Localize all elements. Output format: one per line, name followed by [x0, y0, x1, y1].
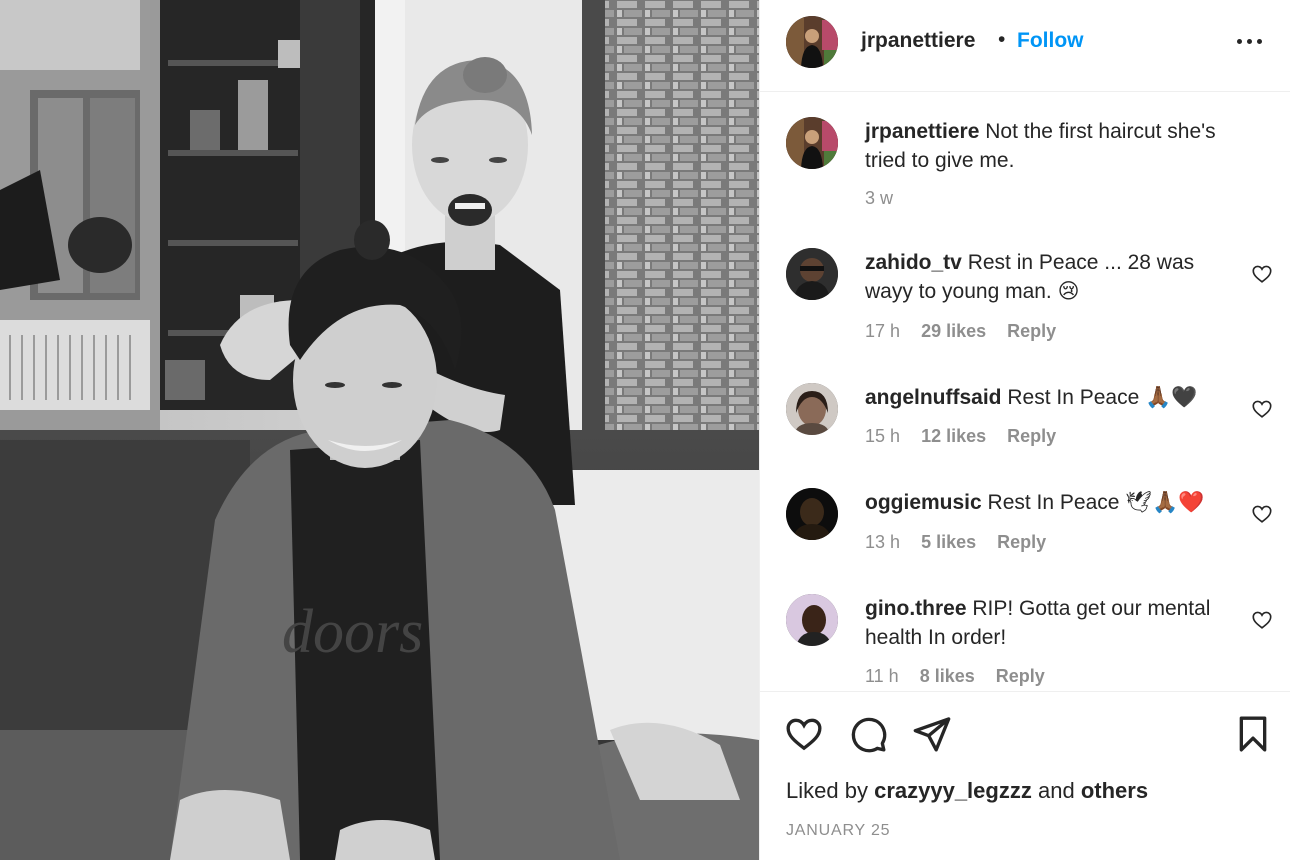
comment-time[interactable]: 15 h [865, 426, 900, 446]
more-options-icon[interactable] [1235, 30, 1265, 54]
header-separator: • [998, 28, 1006, 51]
comment-avatar[interactable] [786, 383, 838, 435]
comment-avatar[interactable] [786, 594, 838, 646]
bookmark-save-icon[interactable] [1233, 714, 1273, 754]
comment-like-heart-icon[interactable] [1251, 263, 1273, 285]
caption-text-block: jrpanettiere Not the first haircut she's… [865, 117, 1235, 175]
paper-plane-share-icon[interactable] [912, 714, 952, 754]
liked-by-and: and [1037, 778, 1075, 803]
instagram-post: doors jrpanettiere • Follow jrpanettiere… [0, 0, 1290, 860]
author-username[interactable]: jrpanettiere [861, 29, 975, 53]
comments-list[interactable]: jrpanettiere Not the first haircut she's… [760, 93, 1290, 691]
shirt-logo: doors [282, 598, 423, 666]
reply-button[interactable]: Reply [997, 532, 1046, 552]
comment-avatar[interactable] [786, 488, 838, 540]
comment-time[interactable]: 11 h [865, 666, 899, 686]
comment-username[interactable]: gino.three [865, 597, 967, 620]
comment-time[interactable]: 17 h [865, 321, 900, 341]
author-avatar[interactable] [786, 16, 838, 68]
follow-button[interactable]: Follow [1017, 29, 1084, 53]
comment-meta: 13 h 5 likes Reply [865, 532, 1062, 553]
comment-text: Rest In Peace 🙏🏾🖤 [1007, 386, 1198, 409]
comment-username[interactable]: angelnuffsaid [865, 386, 1002, 409]
comment-text: Rest In Peace 🕊🙏🏾❤️ [987, 491, 1205, 514]
post-photo[interactable]: doors [0, 0, 759, 860]
comment-like-heart-icon[interactable] [1251, 503, 1273, 525]
like-heart-icon[interactable] [784, 714, 824, 754]
liked-by-others[interactable]: others [1081, 778, 1148, 803]
post-date[interactable]: JANUARY 25 [786, 822, 890, 840]
caption-avatar[interactable] [786, 117, 838, 169]
comment-likes[interactable]: 5 likes [921, 532, 976, 552]
comment-avatar[interactable] [786, 248, 838, 300]
liked-by-line: Liked by crazyyy_legzzz and others [786, 778, 1148, 804]
reply-button[interactable]: Reply [1007, 321, 1056, 341]
post-side-panel: jrpanettiere • Follow jrpanettiere Not t… [759, 0, 1290, 860]
reply-button[interactable]: Reply [996, 666, 1045, 686]
caption-time[interactable]: 3 w [865, 188, 893, 208]
comment-text-block: gino.three RIP! Gotta get our mental hea… [865, 594, 1235, 652]
post-actions: Liked by crazyyy_legzzz and others JANUA… [760, 691, 1290, 860]
caption-username[interactable]: jrpanettiere [865, 120, 979, 143]
liked-by-user[interactable]: crazyyy_legzzz [874, 778, 1032, 803]
comment-text-block: zahido_tv Rest in Peace ... 28 was wayy … [865, 248, 1235, 306]
comment-text-block: oggiemusic Rest In Peace 🕊🙏🏾❤️ [865, 488, 1235, 517]
comment-meta: 15 h 12 likes Reply [865, 426, 1072, 447]
post-header: jrpanettiere • Follow [760, 0, 1290, 92]
liked-by-prefix: Liked by [786, 778, 868, 803]
haircut-photo: doors [0, 0, 759, 860]
comment-like-heart-icon[interactable] [1251, 609, 1273, 631]
comment-icon[interactable] [848, 714, 888, 754]
reply-button[interactable]: Reply [1007, 426, 1056, 446]
comment-likes[interactable]: 8 likes [920, 666, 975, 686]
comment-meta: 11 h 8 likes Reply [865, 666, 1061, 687]
comment-likes[interactable]: 12 likes [921, 426, 986, 446]
comment-meta: 17 h 29 likes Reply [865, 321, 1072, 342]
comment-text-block: angelnuffsaid Rest In Peace 🙏🏾🖤 [865, 383, 1235, 412]
comment-username[interactable]: zahido_tv [865, 251, 962, 274]
comment-like-heart-icon[interactable] [1251, 398, 1273, 420]
caption-meta: 3 w [865, 188, 909, 209]
comment-time[interactable]: 13 h [865, 532, 900, 552]
comment-likes[interactable]: 29 likes [921, 321, 986, 341]
comment-username[interactable]: oggiemusic [865, 491, 982, 514]
